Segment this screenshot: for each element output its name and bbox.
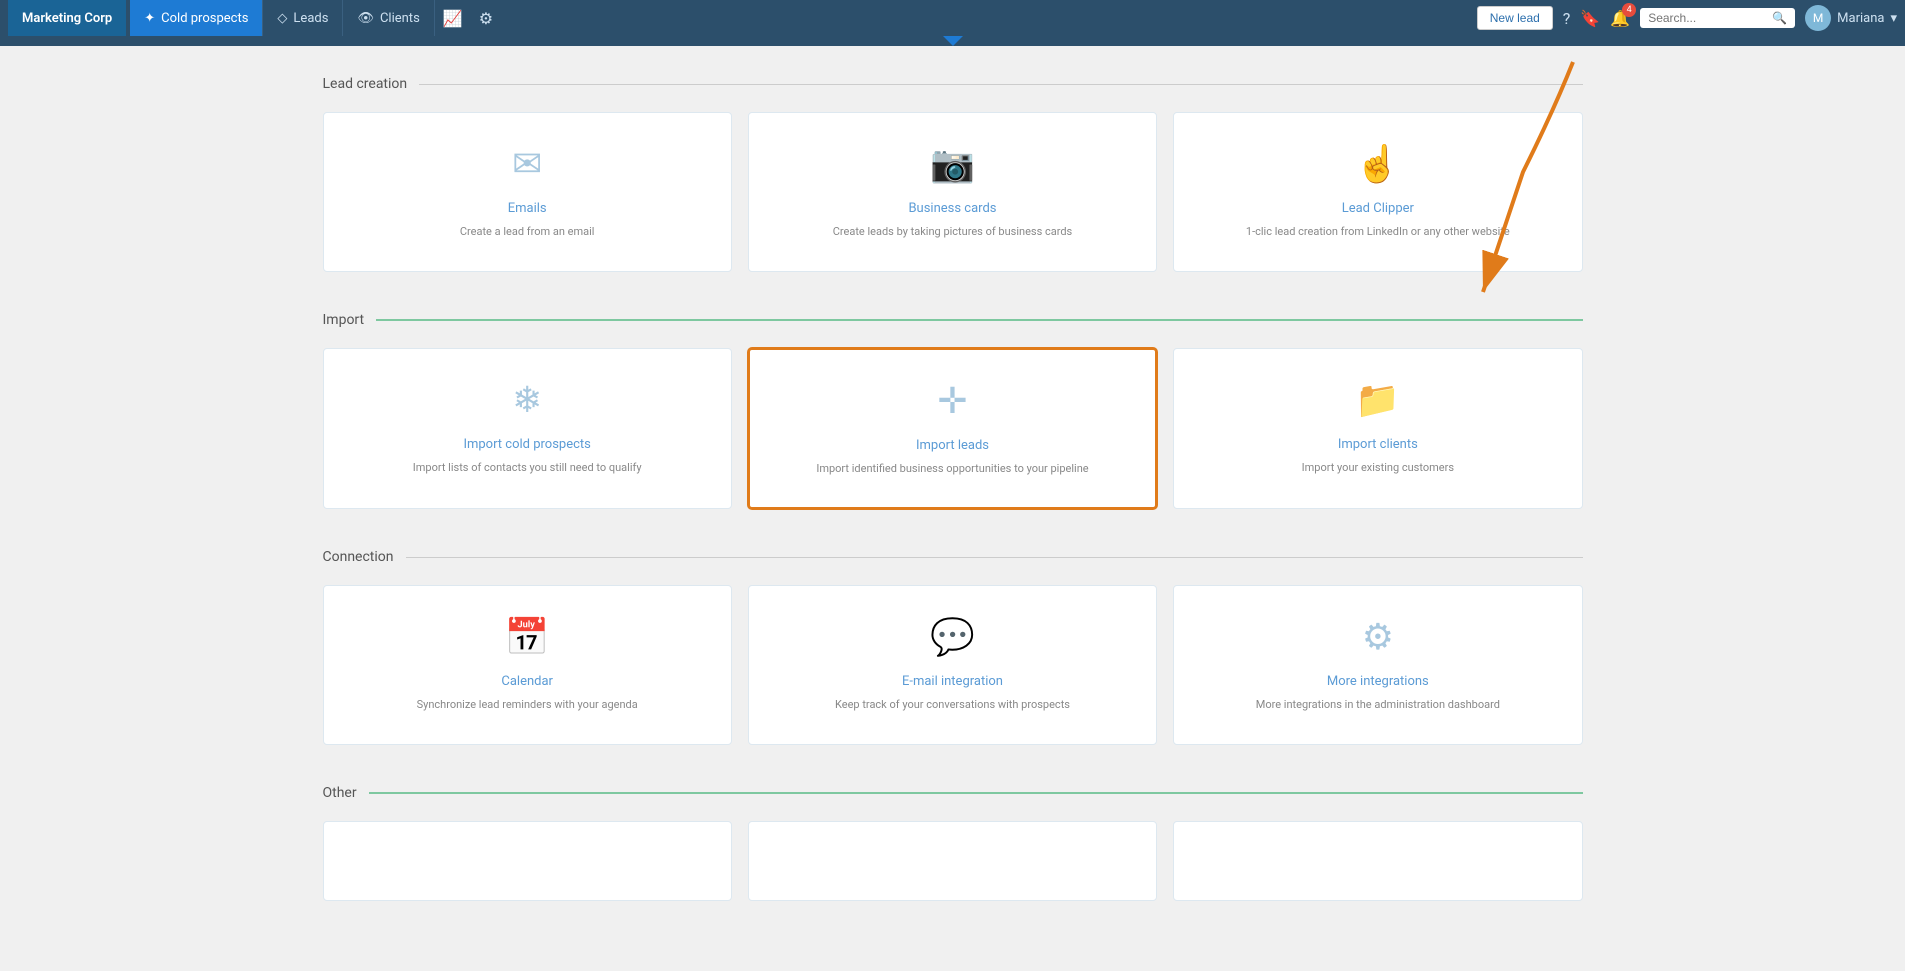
card-business-cards-desc: Create leads by taking pictures of busin… xyxy=(833,224,1073,241)
pointer-icon: ☝ xyxy=(1355,143,1400,185)
card-email-integration-desc: Keep track of your conversations with pr… xyxy=(835,697,1070,714)
notifications-badge: 4 xyxy=(1622,3,1636,17)
nav-item-clients[interactable]: 👁 Clients xyxy=(343,0,434,36)
card-other-3[interactable] xyxy=(1173,821,1582,901)
card-emails[interactable]: ✉ Emails Create a lead from an email xyxy=(323,112,732,272)
chart-icon[interactable]: 📈 xyxy=(435,9,471,28)
snowflake-card-icon: ❄ xyxy=(512,379,542,421)
main-content: Lead creation ✉ Emails Create a lead fro… xyxy=(303,46,1603,971)
lead-creation-divider xyxy=(419,84,1582,85)
connection-title: Connection xyxy=(323,549,394,565)
other-divider xyxy=(369,792,1583,794)
search-icon: 🔍 xyxy=(1772,11,1787,25)
bookmark-icon[interactable]: 🔖 xyxy=(1580,9,1600,28)
card-business-cards-title: Business cards xyxy=(908,201,996,216)
other-cards xyxy=(323,821,1583,901)
chat-icon: 💬 xyxy=(930,616,975,658)
avatar: M xyxy=(1805,5,1831,31)
user-menu[interactable]: M Mariana ▾ xyxy=(1805,5,1897,31)
other-section: Other xyxy=(323,785,1583,901)
lead-creation-section: Lead creation ✉ Emails Create a lead fro… xyxy=(323,76,1583,272)
card-lead-clipper-desc: 1-clic lead creation from LinkedIn or an… xyxy=(1246,224,1510,241)
email-icon: ✉ xyxy=(512,143,542,185)
card-email-integration[interactable]: 💬 E-mail integration Keep track of your … xyxy=(748,585,1157,745)
settings-icon[interactable]: ⚙ xyxy=(471,9,501,28)
card-other-2[interactable] xyxy=(748,821,1157,901)
crosshair-icon: ✛ xyxy=(937,380,967,422)
card-other-1[interactable] xyxy=(323,821,732,901)
connection-section: Connection 📅 Calendar Synchronize lead r… xyxy=(323,549,1583,745)
folder-icon: 📁 xyxy=(1355,379,1400,421)
other-title: Other xyxy=(323,785,357,801)
camera-icon: 📷 xyxy=(930,143,975,185)
card-lead-clipper[interactable]: ☝ Lead Clipper 1-clic lead creation from… xyxy=(1173,112,1582,272)
card-more-integrations-desc: More integrations in the administration … xyxy=(1256,697,1500,714)
subnav-indicator xyxy=(0,36,1905,46)
card-import-clients[interactable]: 📁 Import clients Import your existing cu… xyxy=(1173,348,1582,510)
topnav-actions: New lead ? 🔖 🔔 4 🔍 M Mariana ▾ xyxy=(1477,5,1897,31)
nav-item-cold-prospects[interactable]: ✦ Cold prospects xyxy=(130,0,263,36)
card-email-integration-title: E-mail integration xyxy=(902,674,1003,689)
card-import-leads-title: Import leads xyxy=(916,438,989,453)
other-header: Other xyxy=(323,785,1583,801)
card-calendar[interactable]: 📅 Calendar Synchronize lead reminders wi… xyxy=(323,585,732,745)
eye-icon: 👁 xyxy=(357,11,374,26)
card-business-cards[interactable]: 📷 Business cards Create leads by taking … xyxy=(748,112,1157,272)
calendar-icon: 📅 xyxy=(505,616,550,658)
snowflake-icon: ✦ xyxy=(144,11,155,26)
card-calendar-title: Calendar xyxy=(501,674,553,689)
connection-divider xyxy=(406,557,1583,558)
brand-logo[interactable]: Marketing Corp xyxy=(8,0,126,36)
card-import-cold-prospects-title: Import cold prospects xyxy=(463,437,590,452)
import-title: Import xyxy=(323,312,365,328)
card-emails-title: Emails xyxy=(508,201,547,216)
search-input[interactable] xyxy=(1648,11,1768,25)
user-name: Mariana xyxy=(1837,11,1884,26)
card-calendar-desc: Synchronize lead reminders with your age… xyxy=(417,697,638,714)
new-lead-button[interactable]: New lead xyxy=(1477,6,1553,30)
card-import-clients-title: Import clients xyxy=(1338,437,1418,452)
card-import-clients-desc: Import your existing customers xyxy=(1302,460,1454,477)
chevron-down-icon: ▾ xyxy=(1890,11,1897,26)
import-divider xyxy=(376,319,1582,321)
card-more-integrations-title: More integrations xyxy=(1327,674,1429,689)
help-icon[interactable]: ? xyxy=(1563,9,1571,28)
card-import-leads-desc: Import identified business opportunities… xyxy=(816,461,1088,478)
card-lead-clipper-title: Lead Clipper xyxy=(1342,201,1414,216)
import-cards: ❄ Import cold prospects Import lists of … xyxy=(323,348,1583,510)
card-import-cold-prospects-desc: Import lists of contacts you still need … xyxy=(413,460,642,477)
lead-creation-title: Lead creation xyxy=(323,76,408,92)
import-section: Import ❄ Import cold prospects Import li… xyxy=(323,312,1583,510)
notifications-icon[interactable]: 🔔 4 xyxy=(1610,9,1630,28)
lead-creation-cards: ✉ Emails Create a lead from an email 📷 B… xyxy=(323,112,1583,272)
search-box: 🔍 xyxy=(1640,8,1795,28)
nav-item-leads[interactable]: ◇ Leads xyxy=(263,0,343,36)
card-emails-desc: Create a lead from an email xyxy=(460,224,595,241)
card-more-integrations[interactable]: ⚙ More integrations More integrations in… xyxy=(1173,585,1582,745)
diamond-icon: ◇ xyxy=(277,11,287,26)
connection-cards: 📅 Calendar Synchronize lead reminders wi… xyxy=(323,585,1583,745)
top-navigation: Marketing Corp ✦ Cold prospects ◇ Leads … xyxy=(0,0,1905,36)
card-import-leads[interactable]: ✛ Import leads Import identified busines… xyxy=(748,348,1157,510)
gears-icon: ⚙ xyxy=(1362,616,1394,658)
lead-creation-header: Lead creation xyxy=(323,76,1583,92)
import-header: Import xyxy=(323,312,1583,328)
card-import-cold-prospects[interactable]: ❄ Import cold prospects Import lists of … xyxy=(323,348,732,510)
connection-header: Connection xyxy=(323,549,1583,565)
